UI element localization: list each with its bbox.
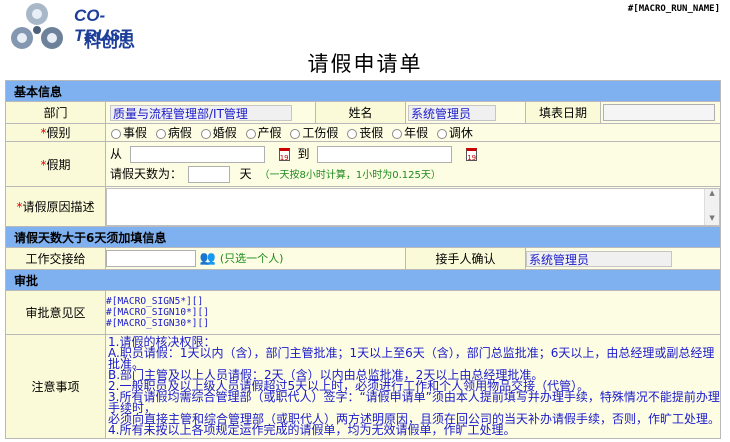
section-basic-info: 基本信息 [4, 80, 722, 102]
radio-icon[interactable] [155, 128, 166, 139]
calendar-icon[interactable]: 19 [466, 148, 478, 162]
scroll-up-icon[interactable]: ▲ [705, 189, 719, 198]
textarea-scrollbar[interactable]: ▲ ▼ [704, 188, 720, 225]
receiver-label: 接手人确认 [405, 247, 526, 270]
logo-icon [11, 3, 63, 49]
from-label: 从 [110, 147, 123, 161]
leave-type-option[interactable]: 病假 [151, 126, 192, 140]
reason-label: *请假原因描述 [5, 186, 106, 227]
leave-type-label: *假别 [5, 123, 106, 142]
handover-input[interactable] [106, 250, 196, 267]
calendar-icon[interactable]: 19 [278, 148, 290, 162]
radio-icon[interactable] [245, 128, 256, 139]
dept-field: 质量与流程管理部/IT管理 [110, 104, 292, 121]
handover-label: 工作交接给 [5, 247, 106, 270]
notes-label: 注意事项 [5, 334, 106, 439]
receiver-field: 系统管理员 [526, 250, 672, 267]
company-logo: CO-TRUST 科创思 [10, 2, 150, 52]
fill-date-label: 填表日期 [525, 101, 601, 124]
leave-type-option[interactable]: 丧假 [342, 126, 383, 140]
section-extra-info: 请假天数大于6天须加填信息 [4, 226, 722, 248]
notes-line: 3.所有请假均需综合管理部（或职代人）签字：“请假申请单”须由本人提前填写并办理… [108, 390, 720, 415]
notes-content: 1.请假的核决权限： A.职员请假：1天以内（含），部门主管批准；1天以上至6天… [104, 334, 722, 439]
page-title: 请假申请单 [307, 52, 423, 76]
leave-type-option[interactable]: 产假 [241, 126, 282, 140]
scroll-down-icon[interactable]: ▼ [705, 214, 719, 223]
section-approval: 审批 [4, 269, 722, 291]
leave-type-option[interactable]: 工伤假 [285, 126, 338, 140]
sign-macro-30: #[MACRO_SIGN30*][] [106, 318, 209, 329]
reason-textarea[interactable]: ▲ ▼ [106, 187, 721, 226]
notes-line: 4.所有未按以上各项规定运作完成的请假单，均为无效请假单，作旷工处理。 [108, 423, 516, 437]
radio-icon[interactable] [392, 128, 403, 139]
select-person-icon[interactable]: 👥 [200, 251, 216, 266]
sign-macro-10: #[MACRO_SIGN10*][] [106, 307, 209, 318]
start-date-input[interactable] [129, 146, 265, 163]
leave-type-options: 事假 病假 婚假 产假 工伤假 丧假 年假 调休 [104, 123, 722, 142]
days-unit: 天 [239, 167, 252, 181]
period-label: *假期 [5, 141, 106, 187]
name-label: 姓名 [315, 101, 406, 124]
leave-type-option[interactable]: 年假 [387, 126, 428, 140]
radio-icon[interactable] [111, 128, 121, 139]
select-one-hint: (只选一个人) [219, 252, 284, 265]
leave-type-option[interactable]: 事假 [106, 126, 147, 140]
sign-macro-5: #[MACRO_SIGN5*][] [106, 296, 204, 307]
days-hint: （一天按8小时计算，1小时为0.125天） [259, 170, 441, 181]
leave-type-option[interactable]: 婚假 [196, 126, 237, 140]
to-label: 到 [297, 147, 310, 161]
dept-label: 部门 [5, 101, 106, 124]
macro-run-name: #[MACRO_RUN_NAME] [627, 4, 720, 14]
radio-icon[interactable] [436, 128, 447, 139]
radio-icon[interactable] [347, 128, 358, 139]
leave-type-option[interactable]: 调休 [432, 126, 473, 140]
fill-date-field[interactable] [603, 104, 715, 121]
days-input[interactable] [187, 166, 230, 183]
leave-form: 基本信息 部门 质量与流程管理部/IT管理 姓名 系统管理员 填表日期 *假别 … [4, 80, 722, 439]
notes-line: A.职员请假：1天以内（含），部门主管批准；1天以上至6天（含），部门总监批准；… [108, 346, 715, 371]
radio-icon[interactable] [200, 128, 211, 139]
radio-icon[interactable] [290, 128, 301, 139]
days-label: 请假天数为： [110, 167, 183, 181]
opinion-label: 审批意见区 [5, 290, 106, 335]
end-date-input[interactable] [317, 146, 453, 163]
name-field: 系统管理员 [408, 104, 496, 121]
